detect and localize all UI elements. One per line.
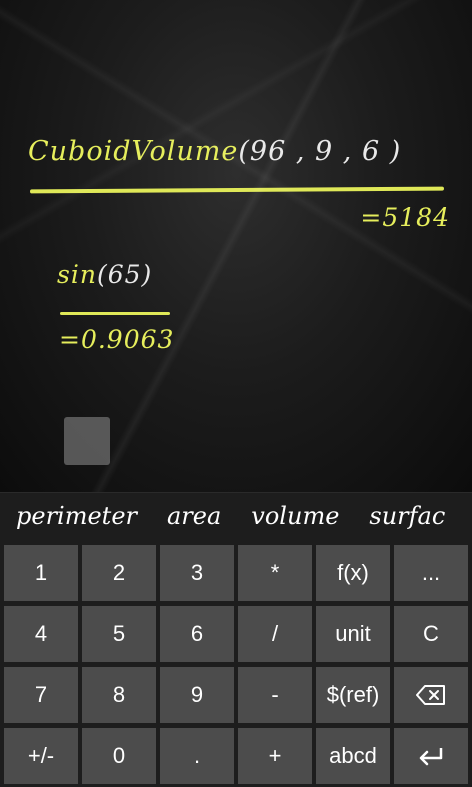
key-decimal[interactable]: .: [160, 728, 234, 784]
result-underline-2: [60, 312, 170, 315]
key-9[interactable]: 9: [160, 667, 234, 723]
key-unit[interactable]: unit: [316, 606, 390, 662]
history-expression-1[interactable]: CuboidVolume(96 , 9 , 6 ): [28, 136, 401, 167]
key-7[interactable]: 7: [4, 667, 78, 723]
key-enter[interactable]: [394, 728, 468, 784]
key-1[interactable]: 1: [4, 545, 78, 601]
key-0[interactable]: 0: [82, 728, 156, 784]
key-4[interactable]: 4: [4, 606, 78, 662]
suggestion-area[interactable]: area: [167, 493, 221, 539]
history-expression-2[interactable]: sin(65): [57, 260, 152, 289]
keypad: 1 2 3 * f(x) ... 4 5 6 / unit C 7 8 9 - …: [0, 540, 472, 787]
backspace-icon: [416, 685, 445, 705]
key-8[interactable]: 8: [82, 667, 156, 723]
key-6[interactable]: 6: [160, 606, 234, 662]
key-more[interactable]: ...: [394, 545, 468, 601]
key-2[interactable]: 2: [82, 545, 156, 601]
key-3[interactable]: 3: [160, 545, 234, 601]
chalkboard-display: CuboidVolume(96 , 9 , 6 ) =5184 sin(65) …: [0, 0, 472, 492]
input-cursor[interactable]: [64, 417, 110, 465]
enter-icon: [419, 748, 443, 766]
key-multiply[interactable]: *: [238, 545, 312, 601]
history-args-2: (65): [96, 260, 153, 289]
key-negate[interactable]: +/-: [4, 728, 78, 784]
result-underline-1: [29, 186, 445, 194]
suggestion-volume[interactable]: volume: [251, 493, 339, 539]
history-result-1[interactable]: =5184: [360, 203, 450, 232]
key-function[interactable]: f(x): [316, 545, 390, 601]
key-alpha[interactable]: abcd: [316, 728, 390, 784]
key-5[interactable]: 5: [82, 606, 156, 662]
suggestion-bar: perimeter area volume surfac: [0, 492, 472, 541]
history-function-2: sin: [57, 260, 97, 289]
calculator-app: CuboidVolume(96 , 9 , 6 ) =5184 sin(65) …: [0, 0, 472, 787]
suggestion-surface[interactable]: surfac: [369, 493, 445, 539]
key-reference[interactable]: $(ref): [316, 667, 390, 723]
history-args-1: (96 , 9 , 6 ): [238, 136, 402, 167]
history-result-2[interactable]: =0.9063: [59, 325, 174, 354]
key-backspace[interactable]: [394, 667, 468, 723]
history-function-1: CuboidVolume: [28, 136, 239, 167]
suggestion-perimeter[interactable]: perimeter: [16, 493, 137, 539]
key-add[interactable]: +: [238, 728, 312, 784]
key-divide[interactable]: /: [238, 606, 312, 662]
key-clear[interactable]: C: [394, 606, 468, 662]
key-subtract[interactable]: -: [238, 667, 312, 723]
